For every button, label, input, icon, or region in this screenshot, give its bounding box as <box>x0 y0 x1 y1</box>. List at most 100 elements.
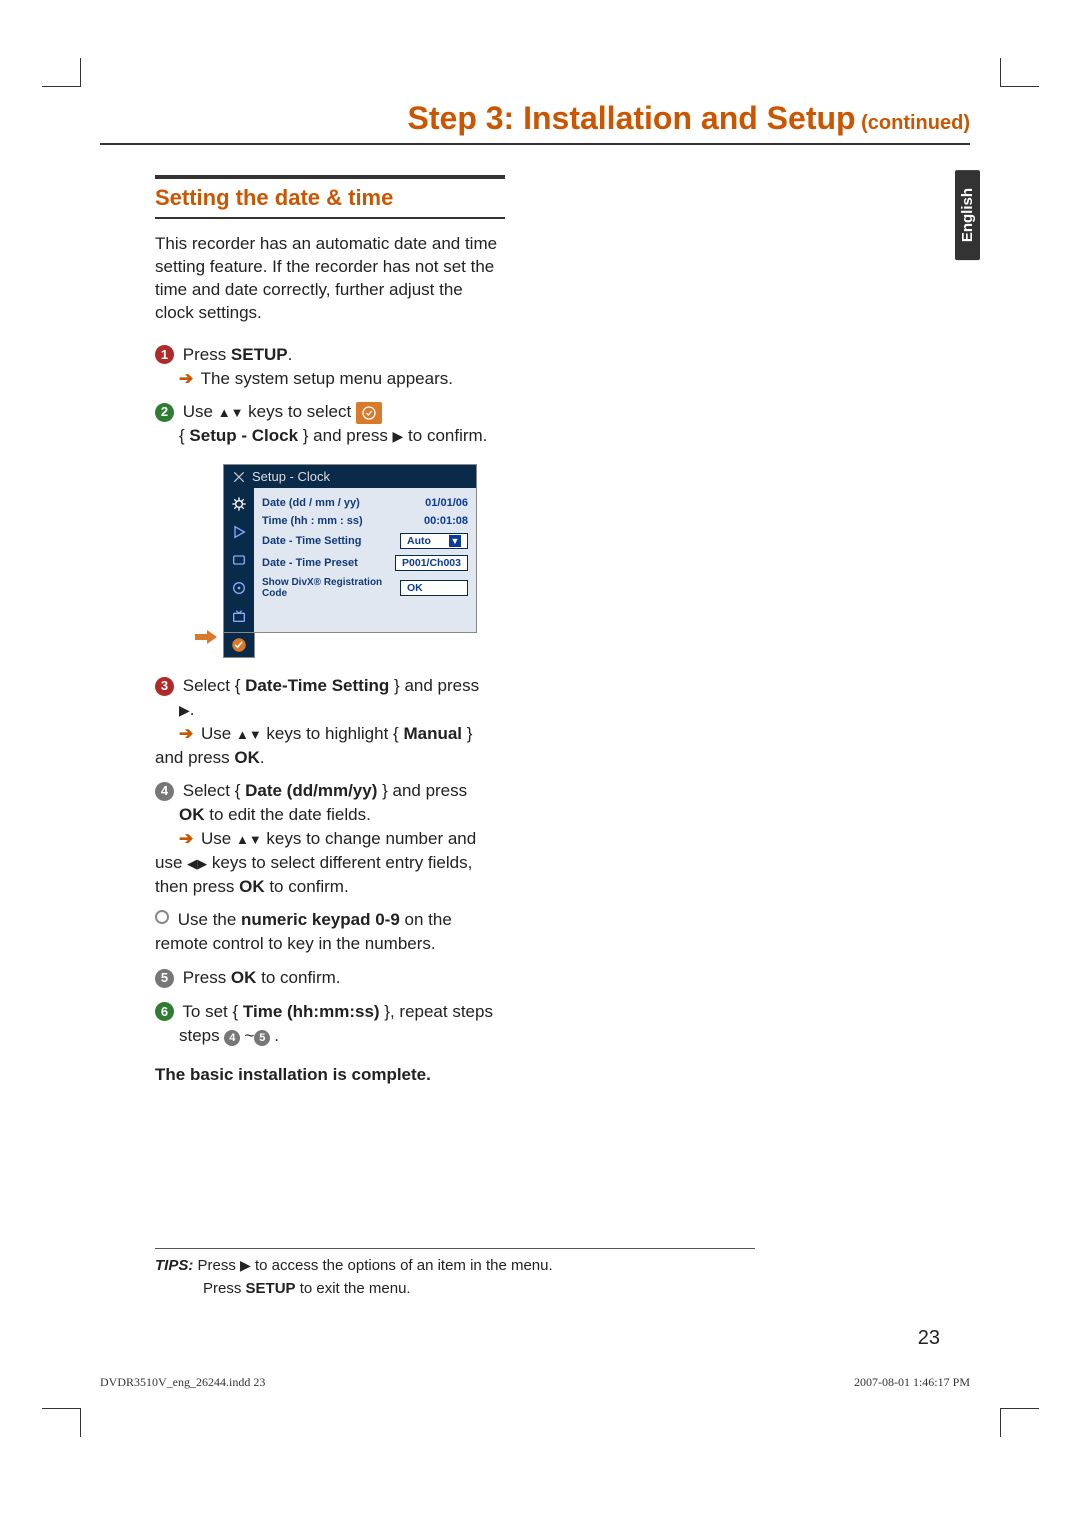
step-2-text-f: to confirm. <box>403 426 487 445</box>
step-3-text-c: } and press <box>389 676 479 695</box>
right-arrow-icon <box>240 1257 251 1274</box>
step-ref-4: 4 <box>224 1030 240 1046</box>
step-3-res-f: . <box>260 748 265 767</box>
step-2: 2 Use keys to select { Setup - Clock } a… <box>155 400 505 448</box>
osd-row: Date - Time Setting Auto▼ <box>260 530 470 552</box>
osd-sidebar <box>224 488 254 632</box>
step-3-manual: Manual <box>403 724 462 743</box>
osd-window: Setup - Clock Date (dd / mm / yy) <box>223 464 477 633</box>
step-5-text-a: Press <box>183 968 231 987</box>
page-title: Step 3: Installation and Setup (continue… <box>100 100 970 145</box>
step-6-text-e: . <box>274 1026 279 1045</box>
crop-mark <box>42 58 81 87</box>
pointer-arrow-icon <box>195 627 217 650</box>
step-6: 6 To set { Time (hh:mm:ss) }, repeat ste… <box>155 1000 505 1048</box>
bullet-text-a: Use the <box>178 910 241 929</box>
osd-row-label: Date - Time Preset <box>262 557 358 569</box>
language-tab: English <box>955 170 980 260</box>
step-3-option: Date-Time Setting <box>245 676 389 695</box>
down-arrow-icon <box>249 724 262 743</box>
step-number-2: 2 <box>155 403 174 422</box>
intro-paragraph: This recorder has an automatic date and … <box>155 233 505 325</box>
step-4-text-c: } and press <box>377 781 467 800</box>
osd-row-label: Time (hh : mm : ss) <box>262 515 363 527</box>
step-3-res-a: Use <box>196 724 236 743</box>
step-5: 5 Press OK to confirm. <box>155 966 505 990</box>
step-4-text-e: to edit the date fields. <box>205 805 371 824</box>
step-4-option: Date (dd/mm/yy) <box>245 781 377 800</box>
step-3-ok: OK <box>234 748 260 767</box>
step-4-ok2: OK <box>239 877 265 896</box>
installation-complete: The basic installation is complete. <box>155 1063 505 1087</box>
tips-box: TIPS: Press to access the options of an … <box>155 1248 755 1300</box>
chevron-down-icon: ▼ <box>449 535 461 547</box>
step-1-text-a: Press <box>183 345 231 364</box>
step-4: 4 Select { Date (dd/mm/yy) } and press O… <box>155 779 505 898</box>
step-2-text-c: { <box>179 426 189 445</box>
osd-main-panel: Date (dd / mm / yy) 01/01/06 Time (hh : … <box>254 488 476 632</box>
step-2-text-a: Use <box>183 402 218 421</box>
osd-row-value: OK <box>407 582 423 594</box>
step-3: 3 Select { Date-Time Setting } and press… <box>155 674 505 769</box>
step-6-tilde: ~ <box>244 1026 254 1045</box>
step-1-result: The system setup menu appears. <box>201 369 453 388</box>
tips-2a: Press <box>203 1280 246 1297</box>
osd-row: Time (hh : mm : ss) 00:01:08 <box>260 512 470 530</box>
down-arrow-icon <box>231 402 244 421</box>
left-arrow-icon <box>187 853 197 872</box>
content-column: Setting the date & time This recorder ha… <box>155 175 505 1087</box>
crop-mark <box>1000 1408 1039 1437</box>
osd-row: Date (dd / mm / yy) 01/01/06 <box>260 494 470 512</box>
step-4-res-a: Use <box>196 829 236 848</box>
step-4-ok: OK <box>179 805 205 824</box>
osd-title-text: Setup - Clock <box>252 469 330 484</box>
step-3-res-b: keys to highlight { <box>262 724 404 743</box>
step-2-text-e: } and press <box>298 426 393 445</box>
up-arrow-icon <box>236 829 249 848</box>
osd-row: Show DivX® Registration Code OK <box>260 574 470 602</box>
tips-label: TIPS: <box>155 1257 193 1274</box>
footer-meta: DVDR3510V_eng_26244.indd 23 2007-08-01 1… <box>100 1375 970 1390</box>
step-5-text-c: to confirm. <box>256 968 340 987</box>
osd-sidebar-selected <box>223 633 255 658</box>
step-number-4: 4 <box>155 782 174 801</box>
tips-2c: to exit the menu. <box>296 1280 411 1297</box>
footer-filename: DVDR3510V_eng_26244.indd 23 <box>100 1375 265 1390</box>
step-1: 1 Press SETUP. ➔ The system setup menu a… <box>155 343 505 391</box>
right-arrow-icon <box>179 700 190 719</box>
step-3-text-d: . <box>190 700 195 719</box>
page-container: Step 3: Installation and Setup (continue… <box>100 100 970 1400</box>
tv-icon <box>229 606 249 626</box>
right-arrow-icon <box>197 853 207 872</box>
disc-icon <box>229 578 249 598</box>
osd-row: Date - Time Preset P001/Ch003 <box>260 552 470 574</box>
tips-1b: to access the options of an item in the … <box>251 1257 553 1274</box>
tools-icon <box>232 470 246 484</box>
step-3-text-a: Select { <box>183 676 245 695</box>
tips-setup: SETUP <box>246 1280 296 1297</box>
record-icon <box>229 550 249 570</box>
step-1-setup: SETUP <box>231 345 288 364</box>
check-circle-icon <box>230 636 248 654</box>
osd-figure: Setup - Clock Date (dd / mm / yy) <box>195 464 505 658</box>
bullet-note: Use the numeric keypad 0-9 on the remote… <box>155 908 505 956</box>
osd-row-value: 01/01/06 <box>425 497 468 509</box>
up-arrow-icon <box>218 402 231 421</box>
right-arrow-icon <box>393 426 404 445</box>
osd-row-box: OK <box>400 580 468 596</box>
page-title-main: Step 3: Installation and Setup <box>408 100 856 136</box>
crop-mark <box>42 1408 81 1437</box>
osd-row-value: Auto <box>407 535 431 547</box>
step-number-6: 6 <box>155 1002 174 1021</box>
step-1-text-c: . <box>288 345 293 364</box>
crop-mark <box>1000 58 1039 87</box>
osd-row-label: Show DivX® Registration Code <box>262 577 400 599</box>
step-5-ok: OK <box>231 968 257 987</box>
clock-check-icon <box>356 402 382 424</box>
osd-title-bar: Setup - Clock <box>224 465 476 488</box>
step-number-5: 5 <box>155 969 174 988</box>
up-arrow-icon <box>236 724 249 743</box>
step-ref-5: 5 <box>254 1030 270 1046</box>
result-arrow-icon: ➔ <box>179 369 193 388</box>
step-2-text-b: keys to select <box>243 402 355 421</box>
